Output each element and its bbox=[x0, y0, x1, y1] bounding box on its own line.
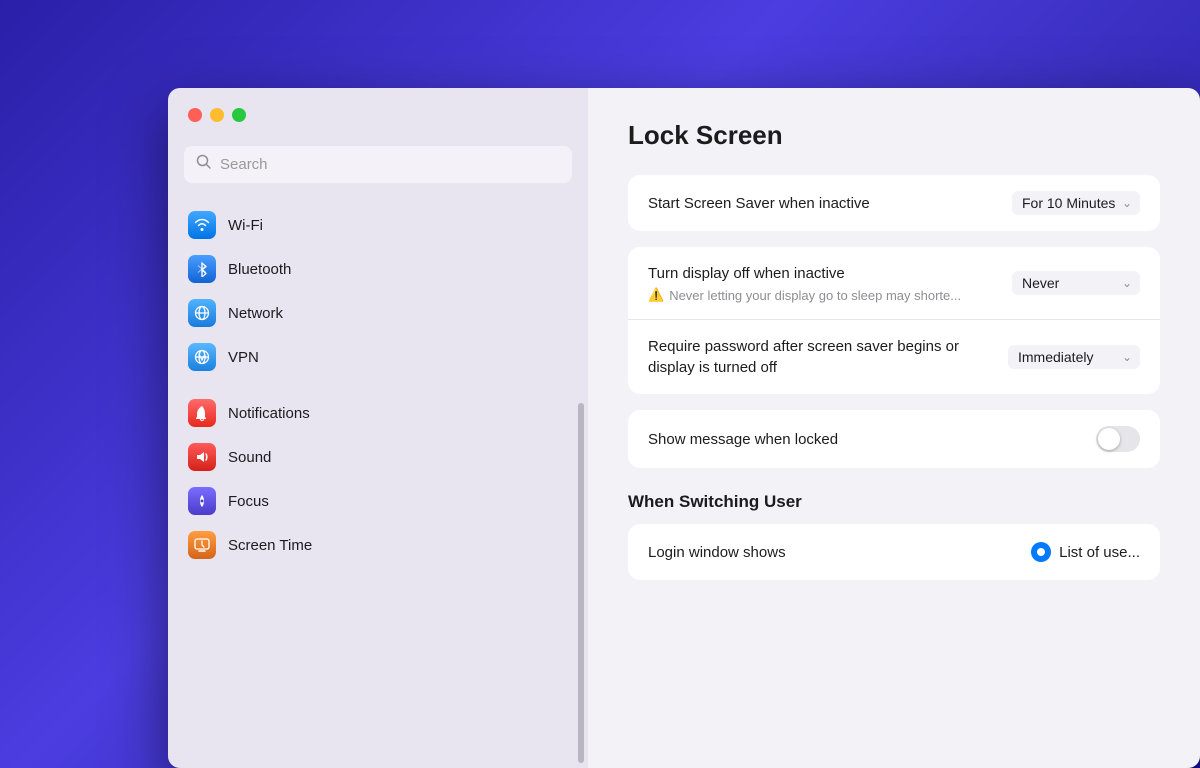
sidebar-label-wifi: Wi-Fi bbox=[228, 217, 263, 234]
show-message-toggle[interactable] bbox=[1096, 426, 1140, 452]
login-window-row: Login window shows List of use... bbox=[628, 524, 1160, 580]
show-message-content: Show message when locked bbox=[648, 429, 1096, 450]
sidebar-item-sound[interactable]: Sound bbox=[176, 435, 580, 479]
sidebar-separator-1 bbox=[176, 383, 580, 391]
bluetooth-icon bbox=[188, 255, 216, 283]
search-bar[interactable]: Search bbox=[184, 146, 572, 183]
search-placeholder: Search bbox=[220, 156, 268, 173]
sidebar-section-network: Wi-Fi Bluetooth bbox=[176, 203, 580, 379]
sidebar-section-system: Notifications Sound bbox=[176, 391, 580, 567]
login-window-radio[interactable]: List of use... bbox=[1031, 542, 1140, 562]
start-screensaver-title: Start Screen Saver when inactive bbox=[648, 193, 1012, 214]
login-window-radio-label: List of use... bbox=[1059, 544, 1140, 561]
sidebar-item-focus[interactable]: Focus bbox=[176, 479, 580, 523]
require-password-select-wrapper[interactable]: Immediately After 5 seconds After 1 minu… bbox=[1008, 345, 1140, 369]
vpn-icon bbox=[188, 343, 216, 371]
sidebar-label-screentime: Screen Time bbox=[228, 537, 312, 554]
sidebar-label-notifications: Notifications bbox=[228, 405, 310, 422]
show-message-title: Show message when locked bbox=[648, 429, 1096, 450]
sidebar-item-wifi[interactable]: Wi-Fi bbox=[176, 203, 580, 247]
sidebar-label-sound: Sound bbox=[228, 449, 271, 466]
sidebar-item-bluetooth[interactable]: Bluetooth bbox=[176, 247, 580, 291]
sidebar-item-vpn[interactable]: VPN bbox=[176, 335, 580, 379]
turn-display-off-title: Turn display off when inactive bbox=[648, 263, 1012, 284]
sidebar-label-bluetooth: Bluetooth bbox=[228, 261, 291, 278]
start-screensaver-content: Start Screen Saver when inactive bbox=[648, 193, 1012, 214]
show-message-row: Show message when locked bbox=[628, 410, 1160, 468]
require-password-select[interactable]: Immediately After 5 seconds After 1 minu… bbox=[1008, 345, 1140, 369]
start-screensaver-select[interactable]: For 10 Minutes For 5 Minutes For 20 Minu… bbox=[1012, 191, 1140, 215]
message-settings-group: Show message when locked bbox=[628, 410, 1160, 468]
scrollbar-thumb[interactable] bbox=[578, 403, 584, 763]
turn-display-off-content: Turn display off when inactive ⚠️ Never … bbox=[648, 263, 1012, 303]
display-settings-group: Turn display off when inactive ⚠️ Never … bbox=[628, 247, 1160, 394]
main-content: Lock Screen Start Screen Saver when inac… bbox=[588, 88, 1200, 768]
sidebar: Search Wi-Fi bbox=[168, 88, 588, 768]
turn-display-off-subtitle-text: Never letting your display go to sleep m… bbox=[669, 288, 961, 303]
start-screensaver-select-wrapper[interactable]: For 10 Minutes For 5 Minutes For 20 Minu… bbox=[1012, 191, 1140, 215]
screentime-icon bbox=[188, 531, 216, 559]
search-icon bbox=[196, 154, 212, 175]
require-password-title: Require password after screen saver begi… bbox=[648, 336, 1008, 378]
wifi-icon bbox=[188, 211, 216, 239]
warning-icon: ⚠️ bbox=[648, 287, 664, 303]
sidebar-label-focus: Focus bbox=[228, 493, 269, 510]
network-icon bbox=[188, 299, 216, 327]
close-button[interactable] bbox=[188, 108, 202, 122]
turn-display-off-select-wrapper[interactable]: Never For 10 Minutes For 20 Minutes bbox=[1012, 271, 1140, 295]
require-password-content: Require password after screen saver begi… bbox=[648, 336, 1008, 378]
login-window-content: Login window shows bbox=[648, 542, 1031, 563]
start-screensaver-row: Start Screen Saver when inactive For 10 … bbox=[628, 175, 1160, 231]
sidebar-label-vpn: VPN bbox=[228, 349, 259, 366]
when-switching-section-header: When Switching User bbox=[628, 492, 1160, 512]
sidebar-item-notifications[interactable]: Notifications bbox=[176, 391, 580, 435]
focus-icon bbox=[188, 487, 216, 515]
turn-display-off-select[interactable]: Never For 10 Minutes For 20 Minutes bbox=[1012, 271, 1140, 295]
minimize-button[interactable] bbox=[210, 108, 224, 122]
notifications-icon bbox=[188, 399, 216, 427]
sidebar-nav: Wi-Fi Bluetooth bbox=[168, 203, 588, 768]
sidebar-item-screentime[interactable]: Screen Time bbox=[176, 523, 580, 567]
sound-icon bbox=[188, 443, 216, 471]
turn-display-off-subtitle: ⚠️ Never letting your display go to slee… bbox=[648, 287, 1012, 303]
traffic-lights bbox=[168, 88, 588, 138]
radio-selected-icon bbox=[1031, 542, 1051, 562]
screensaver-settings-group: Start Screen Saver when inactive For 10 … bbox=[628, 175, 1160, 231]
switching-settings-group: Login window shows List of use... bbox=[628, 524, 1160, 580]
sidebar-item-network[interactable]: Network bbox=[176, 291, 580, 335]
page-title: Lock Screen bbox=[628, 120, 1160, 151]
sidebar-label-network: Network bbox=[228, 305, 283, 322]
require-password-row: Require password after screen saver begi… bbox=[628, 320, 1160, 394]
turn-display-off-row: Turn display off when inactive ⚠️ Never … bbox=[628, 247, 1160, 320]
maximize-button[interactable] bbox=[232, 108, 246, 122]
login-window-title: Login window shows bbox=[648, 542, 1031, 563]
system-preferences-window: Search Wi-Fi bbox=[168, 88, 1200, 768]
